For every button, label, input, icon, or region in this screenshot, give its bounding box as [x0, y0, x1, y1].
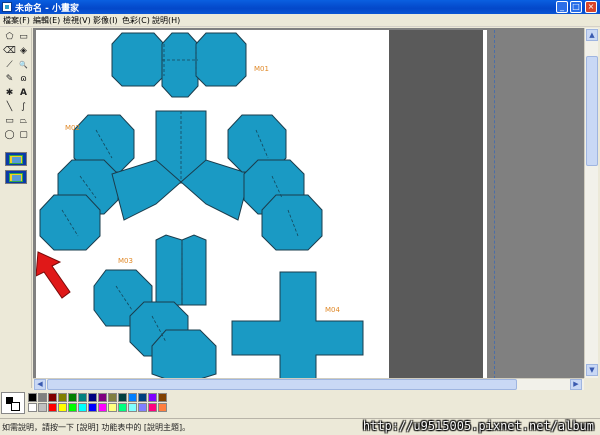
palette-swatch[interactable] [48, 393, 57, 402]
fill-icon[interactable]: ◈ [17, 45, 30, 58]
curve-icon[interactable]: ∫ [17, 101, 30, 114]
palette-swatch[interactable] [98, 393, 107, 402]
palette-swatch[interactable] [28, 393, 37, 402]
m03-tall-left [155, 234, 183, 306]
palette-swatch[interactable] [158, 393, 167, 402]
horizontal-scroll-thumb[interactable] [47, 379, 517, 390]
palette-swatch[interactable] [58, 393, 67, 402]
palette-swatch[interactable] [138, 393, 147, 402]
title-bar: 未命名 - 小畫家 _ □ × [0, 0, 600, 14]
text-icon[interactable]: A [17, 87, 30, 100]
palette-swatch[interactable] [38, 403, 47, 412]
color-picker-icon[interactable]: ⟋ [3, 59, 16, 72]
scroll-right-arrow-icon[interactable]: ▶ [570, 379, 582, 390]
m04-cross [231, 271, 364, 379]
menu-colors[interactable]: 色彩(C) [122, 15, 150, 26]
palette-swatch[interactable] [118, 403, 127, 412]
menu-edit[interactable]: 編輯(E) [33, 15, 60, 26]
scroll-left-arrow-icon[interactable]: ◀ [34, 379, 46, 390]
watermark-url: http://u9515005.pixnet.net/album [362, 419, 594, 433]
palette-swatch[interactable] [78, 403, 87, 412]
part-m03: M03 [93, 234, 217, 379]
magnifier-icon[interactable]: 🔍 [17, 59, 30, 72]
red-arrow-annotation [36, 251, 71, 299]
palette-swatch[interactable] [68, 393, 77, 402]
window-title: 未命名 - 小畫家 [15, 4, 80, 14]
maximize-button[interactable]: □ [570, 1, 582, 13]
palette-swatch[interactable] [108, 393, 117, 402]
vertical-scroll-thumb[interactable] [586, 56, 598, 166]
m02-label: M02 [65, 124, 80, 132]
palette-swatch[interactable] [148, 393, 157, 402]
ellipse-icon[interactable]: ◯ [3, 129, 16, 142]
paint-app-icon[interactable] [2, 2, 12, 12]
palette-swatch[interactable] [88, 403, 97, 412]
background-color-swatch [11, 402, 20, 411]
polygon-icon[interactable]: ⏢ [17, 115, 30, 128]
m01-label: M01 [254, 65, 269, 73]
m02-right-lower-octagon [261, 194, 323, 251]
m04-label: M04 [325, 306, 340, 314]
palette-swatch[interactable] [108, 403, 117, 412]
menu-image[interactable]: 影像(I) [93, 15, 118, 26]
palette-swatch[interactable] [28, 403, 37, 412]
airbrush-icon[interactable]: ✱ [3, 87, 16, 100]
part-m01: M01 [111, 32, 269, 98]
vertical-scrollbar[interactable]: ▲ ▼ [584, 28, 598, 378]
m01-center-octagon [161, 32, 199, 98]
m01-right-octagon [195, 32, 247, 87]
palette-swatch[interactable] [48, 403, 57, 412]
horizontal-scrollbar[interactable]: ◀ ▶ [33, 378, 584, 390]
palette-swatch[interactable] [58, 403, 67, 412]
m01-left-octagon [111, 32, 165, 87]
close-button[interactable]: × [585, 1, 597, 13]
palette-swatch[interactable] [158, 403, 167, 412]
rectangle-icon[interactable]: ▭ [3, 115, 16, 128]
minimize-button[interactable]: _ [556, 1, 568, 13]
free-select-icon[interactable]: ⬠ [3, 31, 16, 44]
canvas-dark-region [389, 30, 483, 379]
part-m04: M04 [231, 271, 364, 379]
scroll-up-arrow-icon[interactable]: ▲ [586, 29, 598, 41]
status-bar: 如需說明，請按一下 [說明] 功能表中的 [說明主題]。 http://u951… [0, 418, 600, 435]
m03-label: M03 [118, 257, 133, 265]
m02-left-lower-octagon [39, 194, 101, 251]
palette-swatch[interactable] [88, 393, 97, 402]
opaque-option-icon[interactable] [5, 152, 27, 166]
part-m02: M02 [39, 110, 323, 251]
eraser-icon[interactable]: ⌫ [3, 45, 16, 58]
palette-swatch[interactable] [98, 403, 107, 412]
menu-bar: 檔案(F) 編輯(E) 檢視(V) 影像(I) 色彩(C) 說明(H) [0, 14, 600, 27]
rounded-rect-icon[interactable]: ▢ [17, 129, 30, 142]
menu-view[interactable]: 檢視(V) [63, 15, 91, 26]
scroll-down-arrow-icon[interactable]: ▼ [586, 364, 598, 376]
palette-swatch[interactable] [128, 393, 137, 402]
transparent-option-icon[interactable] [5, 170, 27, 184]
palette-swatch[interactable] [38, 393, 47, 402]
menu-file[interactable]: 檔案(F) [3, 15, 30, 26]
menu-help[interactable]: 說明(H) [152, 15, 180, 26]
brush-icon[interactable]: ɷ [17, 73, 30, 86]
rect-select-icon[interactable]: ▭ [17, 31, 30, 44]
palette-swatch[interactable] [68, 403, 77, 412]
selection-guide-line [494, 30, 495, 379]
palette-swatch[interactable] [128, 403, 137, 412]
m03-lower-octagon [151, 329, 217, 379]
current-colors [1, 392, 25, 414]
line-icon[interactable]: ╲ [3, 101, 16, 114]
palette-swatch[interactable] [138, 403, 147, 412]
tool-box: ⬠ ▭ ⌫ ◈ ⟋ 🔍 ✎ ɷ ✱ A ╲ ∫ ▭ ⏢ ◯ ▢ [0, 28, 32, 388]
color-palette [0, 391, 600, 417]
m03-tall-right [181, 234, 207, 306]
palette-swatch[interactable] [78, 393, 87, 402]
pencil-icon[interactable]: ✎ [3, 73, 16, 86]
status-help-text: 如需說明，請按一下 [說明] 功能表中的 [說明主題]。 [2, 423, 191, 432]
palette-swatch[interactable] [118, 393, 127, 402]
palette-swatch[interactable] [148, 403, 157, 412]
